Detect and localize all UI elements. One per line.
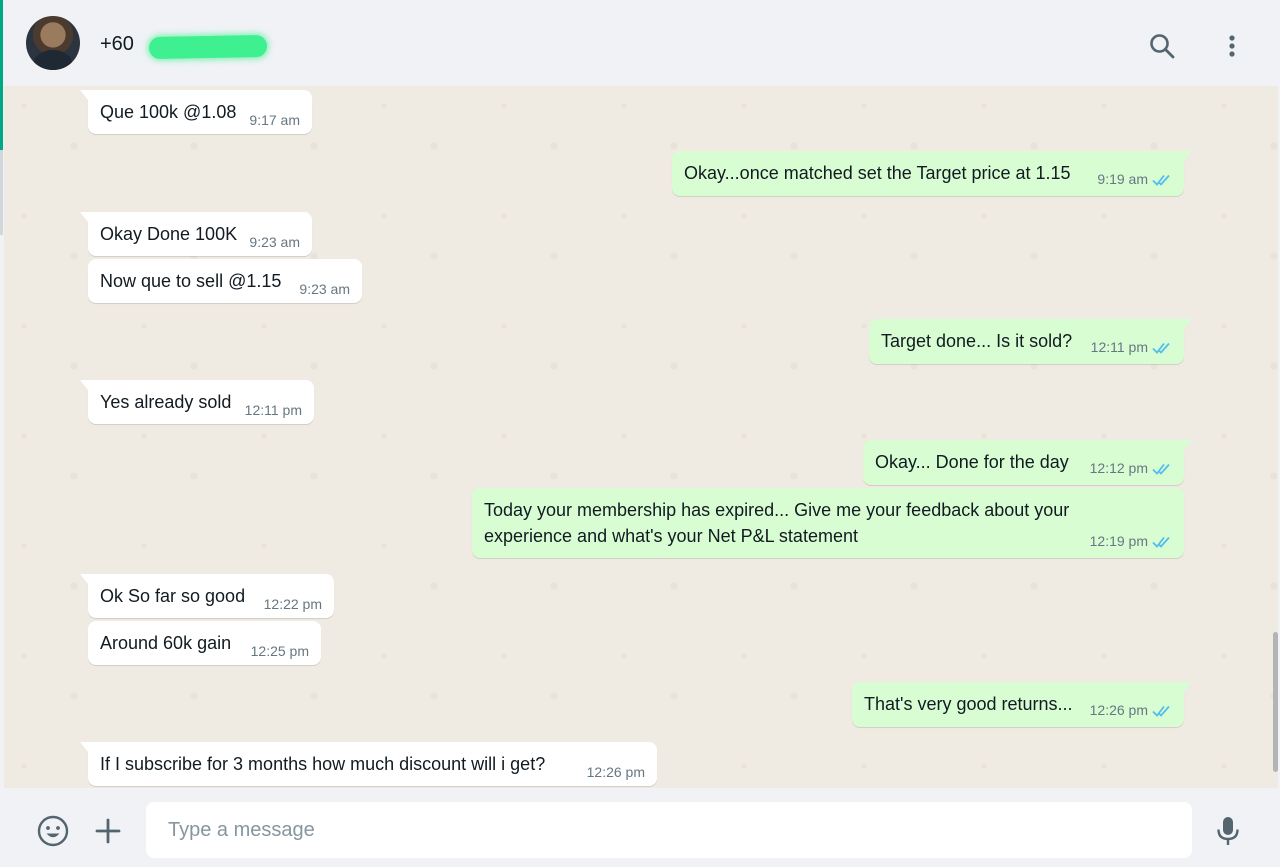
message-text: Okay... Done for the day <box>875 452 1069 472</box>
search-icon[interactable] <box>1148 32 1176 60</box>
message-text: Okay Done 100K <box>100 224 238 244</box>
message-text: That's very good returns... <box>864 694 1073 714</box>
double-check-icon <box>1152 341 1172 358</box>
message-time: 12:26 pm <box>586 764 645 780</box>
message-incoming[interactable]: Now que to sell @1.15 9:23 am <box>88 259 362 303</box>
chat-header[interactable]: +60 <box>4 4 1278 86</box>
message-time: 9:23 am <box>299 281 350 297</box>
message-incoming[interactable]: Yes already sold 12:11 pm <box>80 380 314 424</box>
message-time: 12:25 pm <box>250 643 309 659</box>
double-check-icon <box>1152 173 1172 190</box>
contact-name[interactable]: +60 <box>100 33 134 56</box>
menu-icon[interactable] <box>1218 32 1246 60</box>
avatar[interactable] <box>26 16 80 70</box>
message-text: Que 100k @1.08 <box>100 102 237 122</box>
message-text: Now que to sell @1.15 <box>100 271 282 291</box>
message-time: 12:11 pm <box>1090 339 1148 355</box>
message-meta: 12:19 pm <box>1090 533 1172 552</box>
message-text: If I subscribe for 3 months how much dis… <box>100 754 546 774</box>
message-time: 12:19 pm <box>1089 533 1148 549</box>
message-meta: 12:12 pm <box>1090 460 1172 479</box>
emoji-icon[interactable] <box>36 814 70 848</box>
message-meta: 9:19 am <box>1097 171 1172 190</box>
message-time: 12:26 pm <box>1089 702 1148 718</box>
composer-bar <box>4 788 1278 867</box>
chat-scrollbar[interactable] <box>1273 632 1278 772</box>
message-incoming[interactable]: Around 60k gain 12:25 pm <box>88 621 321 665</box>
double-check-icon <box>1152 462 1172 479</box>
message-outgoing[interactable]: Okay...once matched set the Target price… <box>672 151 1192 196</box>
double-check-icon <box>1152 535 1172 552</box>
message-meta: 12:26 pm <box>1090 702 1172 721</box>
message-incoming[interactable]: Ok So far so good 12:22 pm <box>80 574 334 618</box>
message-input[interactable] <box>146 802 1192 858</box>
message-text: Ok So far so good <box>100 586 246 606</box>
message-outgoing[interactable]: Okay... Done for the day 12:12 pm <box>863 440 1192 485</box>
message-time: 9:19 am <box>1097 171 1148 187</box>
message-text: Okay...once matched set the Target price… <box>684 163 1071 183</box>
message-time: 12:22 pm <box>263 596 322 612</box>
message-incoming[interactable]: Okay Done 100K 9:23 am <box>80 212 312 256</box>
mic-icon[interactable] <box>1211 814 1245 848</box>
plus-icon[interactable] <box>91 814 125 848</box>
message-incoming[interactable]: Que 100k @1.08 9:17 am <box>80 90 312 134</box>
message-incoming[interactable]: If I subscribe for 3 months how much dis… <box>80 742 657 786</box>
redaction-mark <box>148 34 268 60</box>
message-outgoing[interactable]: Today your membership has expired... Giv… <box>472 488 1184 558</box>
side-strip <box>0 150 3 235</box>
message-time: 12:12 pm <box>1089 460 1148 476</box>
message-outgoing[interactable]: Target done... Is it sold? 12:11 pm <box>869 319 1192 364</box>
message-text: Today your membership has expired... Giv… <box>484 500 1070 546</box>
message-text: Around 60k gain <box>100 633 232 653</box>
accent-bar <box>0 0 3 150</box>
message-time: 12:11 pm <box>244 402 302 418</box>
message-time: 9:23 am <box>249 234 300 250</box>
message-meta: 12:11 pm <box>1091 339 1172 358</box>
message-outgoing[interactable]: That's very good returns... 12:26 pm <box>852 682 1192 727</box>
message-text: Target done... Is it sold? <box>881 331 1073 351</box>
message-time: 9:17 am <box>249 112 300 128</box>
message-text: Yes already sold <box>100 392 232 412</box>
double-check-icon <box>1152 704 1172 721</box>
chat-area[interactable]: Que 100k @1.08 9:17 am Okay...once match… <box>4 86 1278 788</box>
